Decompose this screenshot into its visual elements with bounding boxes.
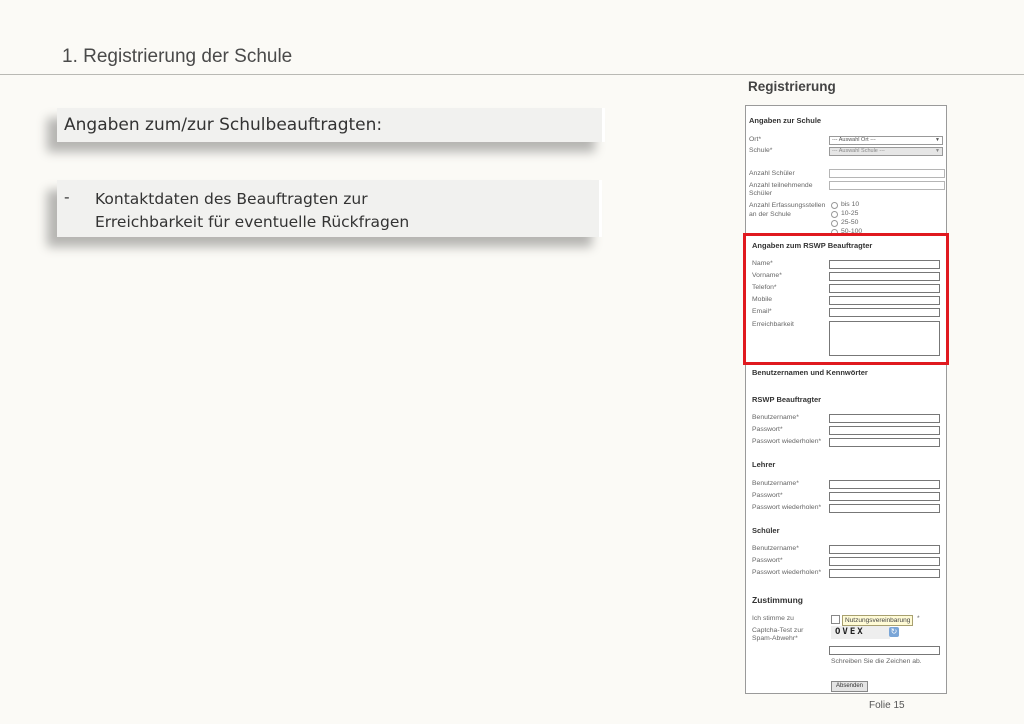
captcha-text: OVEX	[835, 627, 865, 637]
submit-button[interactable]: Absenden	[831, 681, 868, 692]
contact-section-heading: Angaben zum RSWP Beauftragter	[752, 241, 873, 250]
chevron-down-icon: ▼	[935, 148, 940, 154]
captcha-image: OVEX	[831, 626, 890, 639]
anzahl-schueler-input[interactable]	[829, 169, 945, 178]
name-input[interactable]	[829, 260, 940, 269]
anzahl-teilnehmende-label-1: Anzahl teilnehmende	[749, 182, 813, 189]
password-input[interactable]	[829, 492, 940, 501]
password-input[interactable]	[829, 426, 940, 435]
password-repeat-label: Passwort wiederholen*	[752, 438, 822, 445]
chevron-down-icon: ▼	[935, 137, 940, 143]
name-label: Name*	[752, 260, 773, 267]
vorname-input[interactable]	[829, 272, 940, 281]
anzahl-teilnehmende-label-2: Schüler	[749, 190, 773, 197]
bullet-line-2: Erreichbarkeit für eventuelle Rückfragen	[95, 213, 410, 231]
telefon-input[interactable]	[829, 284, 940, 293]
mobile-label: Mobile	[752, 296, 773, 303]
ort-select[interactable]: --- Auswahl Ort --- ▼	[829, 136, 943, 145]
erfassung-label-1: Anzahl Erfassungsstellen	[749, 202, 826, 209]
agreement-required-star: *	[917, 615, 920, 622]
title-divider	[0, 74, 1024, 75]
ort-label: Ort*	[749, 136, 762, 143]
bullet-marker: -	[64, 188, 70, 206]
password-repeat-input[interactable]	[829, 438, 940, 447]
username-input[interactable]	[829, 414, 940, 423]
captcha-input[interactable]	[829, 646, 940, 655]
agree-checkbox[interactable]	[831, 615, 840, 624]
telefon-label: Telefon*	[752, 284, 777, 291]
password-label: Passwort*	[752, 492, 783, 499]
agree-label: Ich stimme zu	[752, 615, 794, 622]
captcha-hint: Schreiben Sie die Zeichen ab.	[831, 658, 922, 665]
agreement-link-text: Nutzungsvereinbarung	[845, 617, 911, 624]
option-label: 25-50	[841, 219, 859, 226]
agreement-link[interactable]: Nutzungsvereinbarung	[842, 615, 914, 626]
username-label: Benutzername*	[752, 545, 799, 552]
ort-select-value: --- Auswahl Ort ---	[832, 137, 876, 143]
schule-select[interactable]: --- Auswahl Schule --- ▼	[829, 147, 943, 156]
erreichbarkeit-textarea[interactable]	[829, 321, 940, 356]
vorname-label: Vorname*	[752, 272, 782, 279]
password-label: Passwort*	[752, 426, 783, 433]
heading-callout-text: Angaben zum/zur Schulbeauftragten:	[64, 115, 383, 135]
slide-title: 1. Registrierung der Schule	[62, 46, 293, 67]
bullet-text: Kontaktdaten des Beauftragten zur Erreic…	[95, 188, 409, 234]
form-title: Registrierung	[748, 79, 836, 94]
captcha-label-1: Captcha-Test zur	[752, 627, 804, 634]
email-input[interactable]	[829, 308, 940, 317]
consent-section-heading: Zustimmung	[752, 595, 803, 605]
password-repeat-input[interactable]	[829, 569, 940, 578]
username-input[interactable]	[829, 480, 940, 489]
option-radio[interactable]	[831, 211, 838, 218]
password-label: Passwort*	[752, 557, 783, 564]
option-label: 10-25	[841, 210, 859, 217]
group-title: RSWP Beauftragter	[752, 395, 822, 404]
group-title: Lehrer	[752, 460, 776, 469]
anzahl-schueler-label: Anzahl Schüler	[749, 170, 795, 177]
password-repeat-label: Passwort wiederholen*	[752, 504, 822, 511]
email-label: Email*	[752, 308, 772, 315]
mobile-input[interactable]	[829, 296, 940, 305]
option-radio[interactable]	[831, 220, 838, 227]
erreichbarkeit-label: Erreichbarkeit	[752, 321, 794, 328]
password-input[interactable]	[829, 557, 940, 566]
erfassung-label-2: an der Schule	[749, 211, 791, 218]
slide-number: Folie 15	[869, 700, 905, 711]
password-repeat-label: Passwort wiederholen*	[752, 569, 822, 576]
school-section-heading: Angaben zur Schule	[749, 116, 822, 125]
bullet-callout: - Kontaktdaten des Beauftragten zur Erre…	[57, 180, 602, 237]
accounts-section-heading: Benutzernamen und Kennwörter	[752, 368, 868, 377]
username-label: Benutzername*	[752, 414, 799, 421]
username-input[interactable]	[829, 545, 940, 554]
schule-select-value: --- Auswahl Schule ---	[832, 148, 885, 154]
refresh-icon[interactable]: ↻	[889, 627, 899, 637]
captcha-label-2: Spam-Abwehr*	[752, 635, 798, 642]
bullet-line-1: Kontaktdaten des Beauftragten zur	[95, 190, 368, 208]
schule-label: Schule*	[749, 147, 773, 154]
username-label: Benutzername*	[752, 480, 799, 487]
option-label: bis 10	[841, 201, 860, 208]
option-radio[interactable]	[831, 202, 838, 209]
password-repeat-input[interactable]	[829, 504, 940, 513]
heading-callout: Angaben zum/zur Schulbeauftragten:	[57, 108, 605, 142]
anzahl-teilnehmende-input[interactable]	[829, 181, 945, 190]
registration-form: Angaben zur Schule Ort* --- Auswahl Ort …	[743, 105, 949, 694]
group-title: Schüler	[752, 526, 780, 535]
